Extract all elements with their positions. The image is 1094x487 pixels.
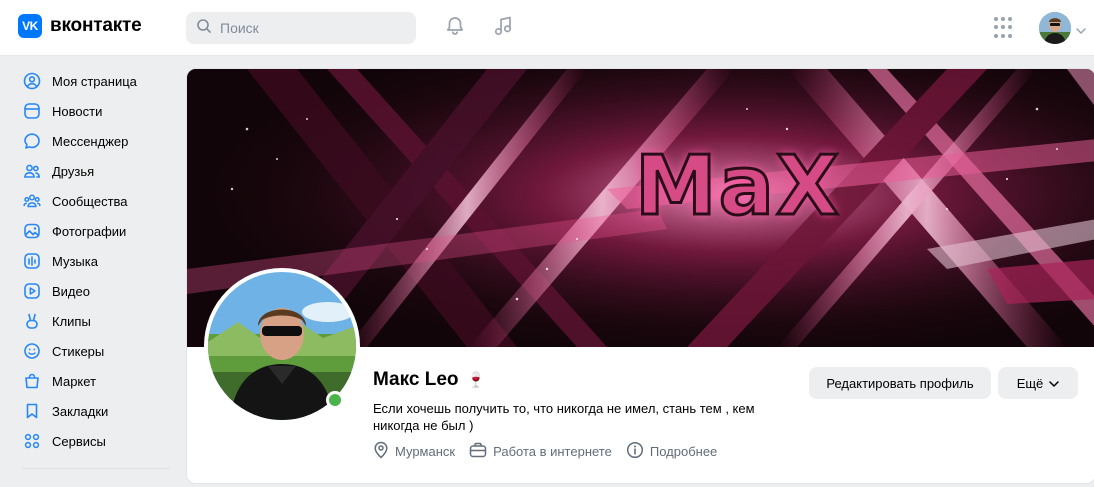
user-circle-icon [22,71,42,91]
friends-icon [22,161,42,181]
apps-grid-icon[interactable] [994,17,1016,39]
profile-card: MaX Макс Leo 🍷 Если хочешь получить то, … [186,68,1094,484]
profile-details-label: Подробнее [649,444,718,459]
location-icon [373,441,389,462]
sidebar-divider [22,468,170,469]
sidebar-item-label: Сервисы [52,433,106,449]
online-indicator [326,391,344,409]
chevron-down-icon [1049,376,1060,391]
profile-name-row: Макс Leo 🍷 [373,369,485,391]
sticker-icon [22,341,42,361]
sidebar-item-video[interactable]: Видео [16,276,176,306]
sidebar-item-label: Фотографии [52,223,127,239]
profile-meta: Мурманск Работа в интернете Подробнее [373,441,717,462]
sidebar-item-label: Клипы [52,313,91,329]
profile-job[interactable]: Работа в интернете [469,442,612,461]
header-avatar[interactable] [1039,12,1071,44]
bell-icon[interactable] [443,14,467,38]
sidebar-item-market[interactable]: Маркет [16,366,176,396]
profile-job-label: Работа в интернете [493,444,612,459]
sidebar-item-friends[interactable]: Друзья [16,156,176,186]
briefcase-icon [469,442,487,461]
sidebar-item-stickers[interactable]: Стикеры [16,336,176,366]
chevron-down-icon[interactable] [1076,22,1086,40]
search-input[interactable] [220,20,400,36]
message-icon [22,131,42,151]
services-icon [22,431,42,451]
profile-city-label: Мурманск [395,444,456,459]
music-icon [22,251,42,271]
sidebar-item-photos[interactable]: Фотографии [16,216,176,246]
profile-details-link[interactable]: Подробнее [626,441,717,462]
info-icon [626,441,644,462]
sidebar-item-communities[interactable]: Сообщества [16,186,176,216]
sidebar-item-label: Друзья [52,163,95,179]
sidebar-item-label: Музыка [52,253,98,269]
video-icon [22,281,42,301]
sidebar-item-services[interactable]: Сервисы [16,426,176,456]
sidebar-item-my-page[interactable]: Моя страница [16,66,176,96]
clips-icon [22,311,42,331]
sidebar-item-label: Новости [52,103,103,119]
top-header: VK вконтакте [0,0,1094,56]
sidebar-item-label: Закладки [52,403,109,419]
sidebar-item-label: Стикеры [52,343,105,359]
profile-status[interactable]: Если хочешь получить то, что никогда не … [373,400,773,434]
vk-logo[interactable]: VK вконтакте [18,14,142,38]
sidebar-item-clips[interactable]: Клипы [16,306,176,336]
cover-title-text: MaX [633,138,842,236]
market-icon [22,371,42,391]
sidebar-item-music[interactable]: Музыка [16,246,176,276]
photo-icon [22,221,42,241]
sidebar-item-messenger[interactable]: Мессенджер [16,126,176,156]
sidebar-item-label: Мессенджер [52,133,129,149]
sidebar-item-label: Сообщества [52,193,128,209]
more-button[interactable]: Ещё [998,367,1078,399]
news-icon [22,101,42,121]
profile-name: Макс Leo [373,369,459,390]
bookmark-icon [22,401,42,421]
profile-city[interactable]: Мурманск [373,441,455,462]
sidebar-item-news[interactable]: Новости [16,96,176,126]
more-button-label: Ещё [1016,375,1044,391]
music-icon[interactable] [491,14,515,38]
sidebar-item-label: Моя страница [52,73,137,89]
communities-icon [22,191,42,211]
sidebar-item-label: Видео [52,283,90,299]
wine-emoji: 🍷 [466,372,486,389]
vk-logo-text: вконтакте [50,15,142,36]
search-icon [196,18,212,39]
sidebar-item-label: Маркет [52,373,97,389]
vk-logo-mark: VK [18,14,42,38]
left-sidebar: Моя страница Новости Мессенджер Друзья С… [16,66,176,479]
search-box[interactable] [186,12,416,44]
sidebar-item-bookmarks[interactable]: Закладки [16,396,176,426]
edit-profile-button[interactable]: Редактировать профиль [809,367,991,399]
